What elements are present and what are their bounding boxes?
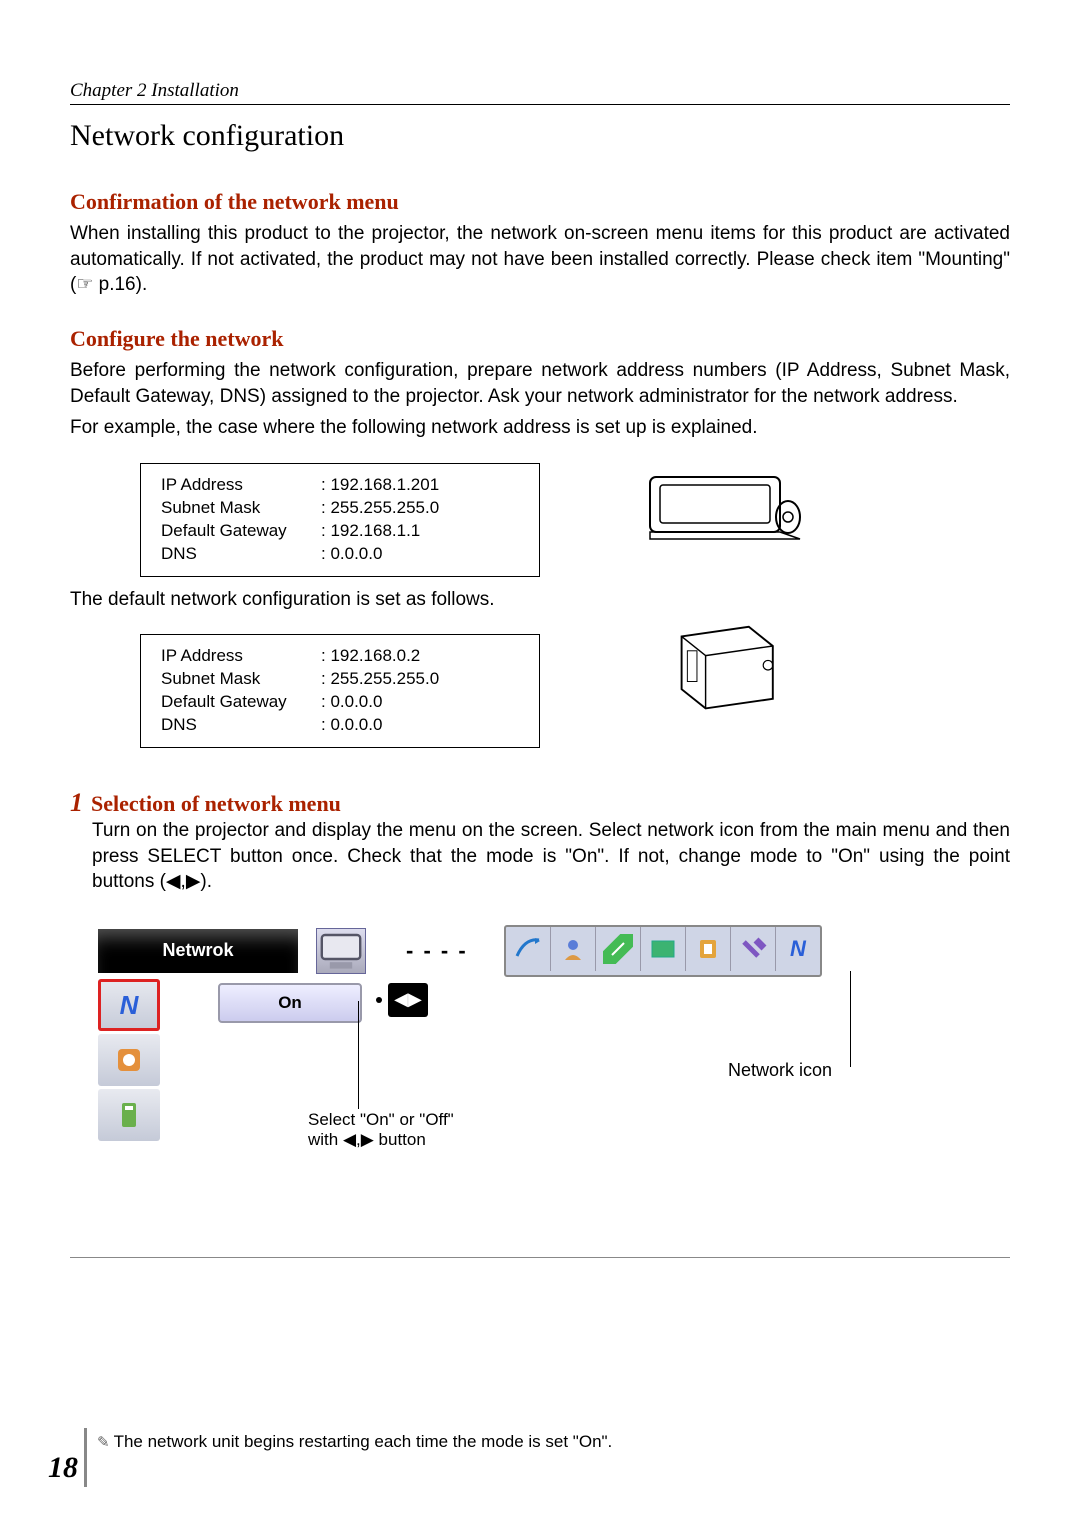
osd-menu-label: Netwrok [98, 929, 298, 973]
step-body-1: Turn on the projector and display the me… [92, 818, 1010, 895]
chapter-header: Chapter 2 Installation [70, 80, 1010, 105]
osd-menu-illustration: Netwrok - - - - N N On ◀▶ [98, 925, 958, 977]
gw-value: 0.0.0.0 [321, 691, 382, 714]
osd-icon-strip: N [504, 925, 822, 977]
step-number-1: 1 [70, 788, 83, 818]
subheading-confirmation: Confirmation of the network menu [70, 189, 1010, 215]
side-icon-network: N [98, 979, 160, 1031]
paragraph-confirmation: When installing this product to the proj… [70, 221, 1010, 298]
menu-icon-adjust [596, 927, 641, 971]
ip-value: 192.168.0.2 [321, 645, 420, 668]
mask-label: Subnet Mask [161, 497, 321, 520]
menu-icon-select [506, 927, 551, 971]
step-title-1: Selection of network menu [91, 791, 341, 817]
osd-dashes: - - - - [406, 938, 468, 964]
gw-value: 192.168.1.1 [321, 520, 420, 543]
menu-icon-sound [686, 927, 731, 971]
gw-label: Default Gateway [161, 520, 321, 543]
ip-value: 192.168.1.201 [321, 474, 439, 497]
svg-text:N: N [790, 936, 807, 961]
ip-label: IP Address [161, 645, 321, 668]
network-card-illustration [620, 622, 820, 718]
menu-icon-image [551, 927, 596, 971]
callout-line-2 [850, 971, 851, 1067]
projector-illustration [620, 457, 820, 557]
ip-label: IP Address [161, 474, 321, 497]
osd-computer-icon [316, 928, 366, 974]
pointer-dot [376, 997, 382, 1003]
menu-icon-setting [731, 927, 776, 971]
dns-value: 0.0.0.0 [321, 543, 382, 566]
mask-label: Subnet Mask [161, 668, 321, 691]
callout-line-text-1: Select "On" or "Off" [308, 1110, 454, 1130]
footnote-text: The network unit begins restarting each … [114, 1432, 613, 1451]
paragraph-configure-2: For example, the case where the followin… [70, 415, 1010, 441]
dns-label: DNS [161, 543, 321, 566]
default-network-box: IP Address192.168.0.2 Subnet Mask255.255… [140, 634, 540, 748]
mask-value: 255.255.255.0 [321, 497, 439, 520]
footer-divider [70, 1257, 1010, 1258]
subheading-configure: Configure the network [70, 326, 1010, 352]
side-icon-card [98, 1089, 160, 1141]
callout-line-1 [358, 1001, 359, 1109]
callout-text-onoff: Select "On" or "Off" with ◀,▶ button [308, 1110, 454, 1150]
osd-on-value: On [218, 983, 362, 1023]
footnote: ✎The network unit begins restarting each… [97, 1428, 612, 1452]
dns-value: 0.0.0.0 [321, 714, 382, 737]
pencil-icon: ✎ [97, 1434, 110, 1451]
gw-label: Default Gateway [161, 691, 321, 714]
menu-icon-network: N [776, 927, 820, 971]
callout-line-text-2: with ◀,▶ button [308, 1130, 454, 1150]
mask-value: 255.255.255.0 [321, 668, 439, 691]
network-icon-callout: Network icon [728, 1060, 832, 1081]
section-title: Network configuration [70, 119, 1010, 153]
paragraph-configure-1: Before performing the network configurat… [70, 358, 1010, 409]
svg-text:N: N [120, 990, 140, 1020]
left-right-button-icon: ◀▶ [388, 983, 428, 1017]
example-network-box: IP Address192.168.1.201 Subnet Mask255.2… [140, 463, 540, 577]
paragraph-default: The default network configuration is set… [70, 587, 1010, 613]
dns-label: DNS [161, 714, 321, 737]
side-icon-settings [98, 1034, 160, 1086]
page-number: 18 [48, 1428, 87, 1487]
menu-icon-screen [641, 927, 686, 971]
